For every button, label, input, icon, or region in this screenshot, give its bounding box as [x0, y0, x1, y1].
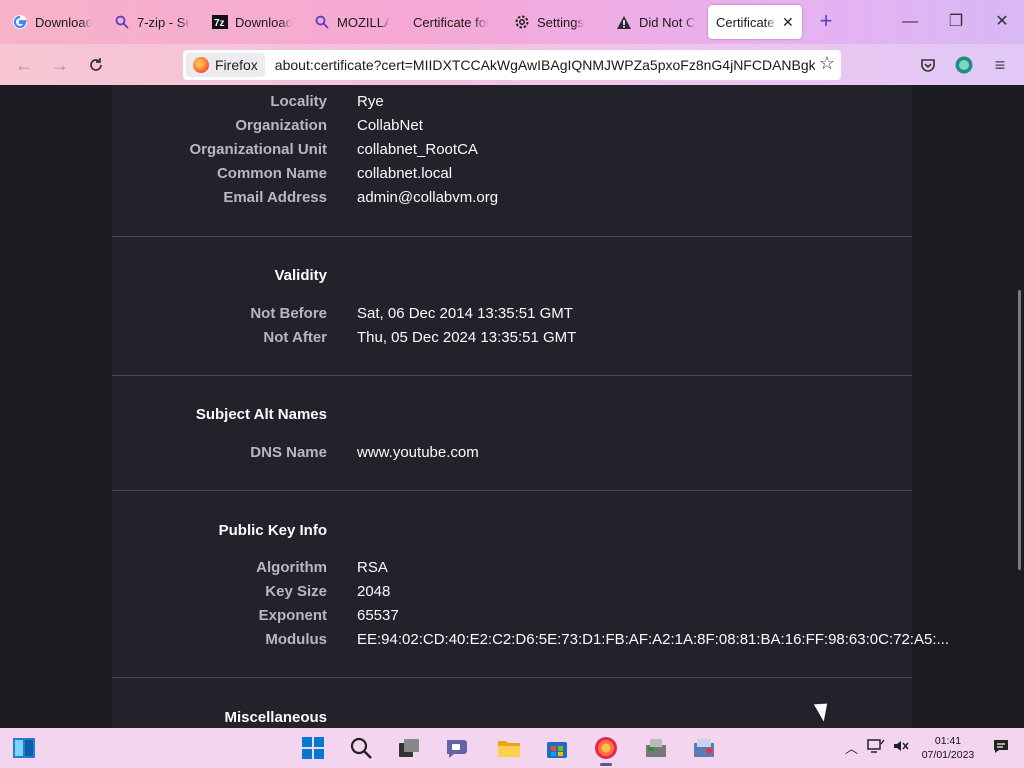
tab-download-7zip[interactable]: 7z Download: [204, 5, 300, 39]
back-button[interactable]: ←: [12, 53, 36, 77]
firefox-taskbar-icon[interactable]: [594, 736, 618, 766]
tab-mozilla[interactable]: MOZILLA_: [306, 5, 398, 39]
scrollbar-thumb[interactable]: [1018, 290, 1021, 570]
section-title-alt-names: Subject Alt Names: [195, 406, 327, 423]
gear-icon: [514, 14, 530, 30]
clock-date: 07/01/2023: [921, 749, 975, 761]
section-title-public-key: Public Key Info: [218, 522, 327, 539]
network-icon[interactable]: [867, 738, 885, 757]
public-key-row-algorithm: Algorithm RSA: [256, 559, 388, 576]
close-window-button[interactable]: ✕: [990, 10, 1014, 34]
search-icon: [114, 14, 130, 30]
firefox-icon: [193, 57, 209, 73]
tray-overflow-chevron-icon[interactable]: ︿: [845, 738, 858, 757]
certificate-page: Locality Rye Organization CollabNet Orga…: [0, 85, 1024, 728]
url-text[interactable]: about:certificate?cert=MIIDXTCCAkWgAwIBA…: [275, 57, 815, 73]
close-tab-icon[interactable]: ✕: [782, 14, 794, 31]
pocket-icon[interactable]: [916, 53, 940, 77]
setup-wizard-icon[interactable]: [692, 736, 716, 760]
microsoft-store-icon[interactable]: [545, 736, 569, 760]
section-divider: [112, 490, 912, 491]
taskbar-clock[interactable]: 01:41 07/01/2023: [918, 734, 978, 762]
tab-did-not-connect[interactable]: Did Not Connect: [608, 5, 704, 39]
start-windows-icon[interactable]: [301, 736, 325, 760]
subject-row-locality: Locality Rye: [270, 93, 384, 110]
subject-row-email: Email Address admin@collabvm.org: [223, 189, 499, 206]
subject-row-common-name: Common Name collabnet.local: [216, 165, 453, 182]
reload-button[interactable]: [84, 53, 108, 77]
section-divider: [112, 236, 912, 237]
search-icon: [314, 14, 330, 30]
svg-text:7z: 7z: [214, 18, 225, 29]
url-bar[interactable]: Firefox about:certificate?cert=MIIDXTCCA…: [183, 50, 841, 80]
windows-taskbar: ︿ 01:41 07/01/2023: [0, 728, 1024, 768]
section-title-miscellaneous: Miscellaneous: [224, 709, 327, 726]
file-explorer-icon[interactable]: [497, 736, 521, 760]
menu-hamburger-icon[interactable]: ≡: [988, 53, 1012, 77]
section-divider: [112, 375, 912, 376]
public-key-row-exponent: Exponent 65537: [258, 607, 399, 624]
notifications-icon[interactable]: [993, 738, 1009, 757]
google-icon: [12, 14, 28, 30]
tab-certificate-1[interactable]: Certificate for: [405, 5, 497, 39]
search-icon[interactable]: [349, 736, 373, 760]
tab-download-google[interactable]: Download: [4, 5, 100, 39]
public-key-row-key-size: Key Size 2048: [265, 583, 391, 600]
alt-names-row-dns: DNS Name www.youtube.com: [250, 444, 479, 461]
minimize-button[interactable]: —: [898, 10, 922, 34]
teams-chat-icon[interactable]: [445, 736, 469, 760]
public-key-row-modulus: Modulus EE:94:02:CD:40:E2:C2:D6:5E:73:D1…: [265, 631, 949, 648]
tab-certificate-active[interactable]: Certificate for ✕: [708, 5, 802, 39]
certificate-card: Locality Rye Organization CollabNet Orga…: [112, 85, 949, 728]
7zip-icon: 7z: [212, 14, 228, 30]
clock-time: 01:41: [934, 735, 962, 747]
widgets-icon[interactable]: [12, 736, 36, 760]
app-installer-icon[interactable]: [644, 736, 668, 760]
volume-muted-icon[interactable]: [893, 738, 909, 757]
new-tab-button[interactable]: +: [814, 10, 838, 34]
section-title-validity: Validity: [274, 267, 327, 284]
section-divider: [112, 677, 912, 678]
forward-button[interactable]: →: [48, 53, 72, 77]
validity-row-not-after: Not After Thu, 05 Dec 2024 13:35:51 GMT: [263, 329, 577, 346]
navigation-toolbar: ← → Firefox about:certificate?cert=MIIDX…: [0, 44, 1024, 85]
task-view-icon[interactable]: [397, 736, 421, 760]
account-avatar-icon[interactable]: [952, 53, 976, 77]
subject-row-organization: Organization CollabNet: [235, 117, 423, 134]
subject-row-org-unit: Organizational Unit collabnet_RootCA: [189, 141, 478, 158]
tab-7zip-search[interactable]: 7-zip - Search: [106, 5, 198, 39]
tab-settings[interactable]: Settings: [506, 5, 604, 39]
validity-row-not-before: Not Before Sat, 06 Dec 2014 13:35:51 GMT: [250, 305, 573, 322]
tab-strip: Download 7-zip - Search 7z Download MOZI…: [0, 0, 1024, 44]
bookmark-star-icon[interactable]: ☆: [819, 53, 835, 74]
warning-icon: [616, 14, 632, 30]
page-scrollbar[interactable]: [1016, 85, 1024, 728]
identity-box[interactable]: Firefox: [186, 53, 265, 77]
restore-button[interactable]: ❐: [944, 10, 968, 34]
